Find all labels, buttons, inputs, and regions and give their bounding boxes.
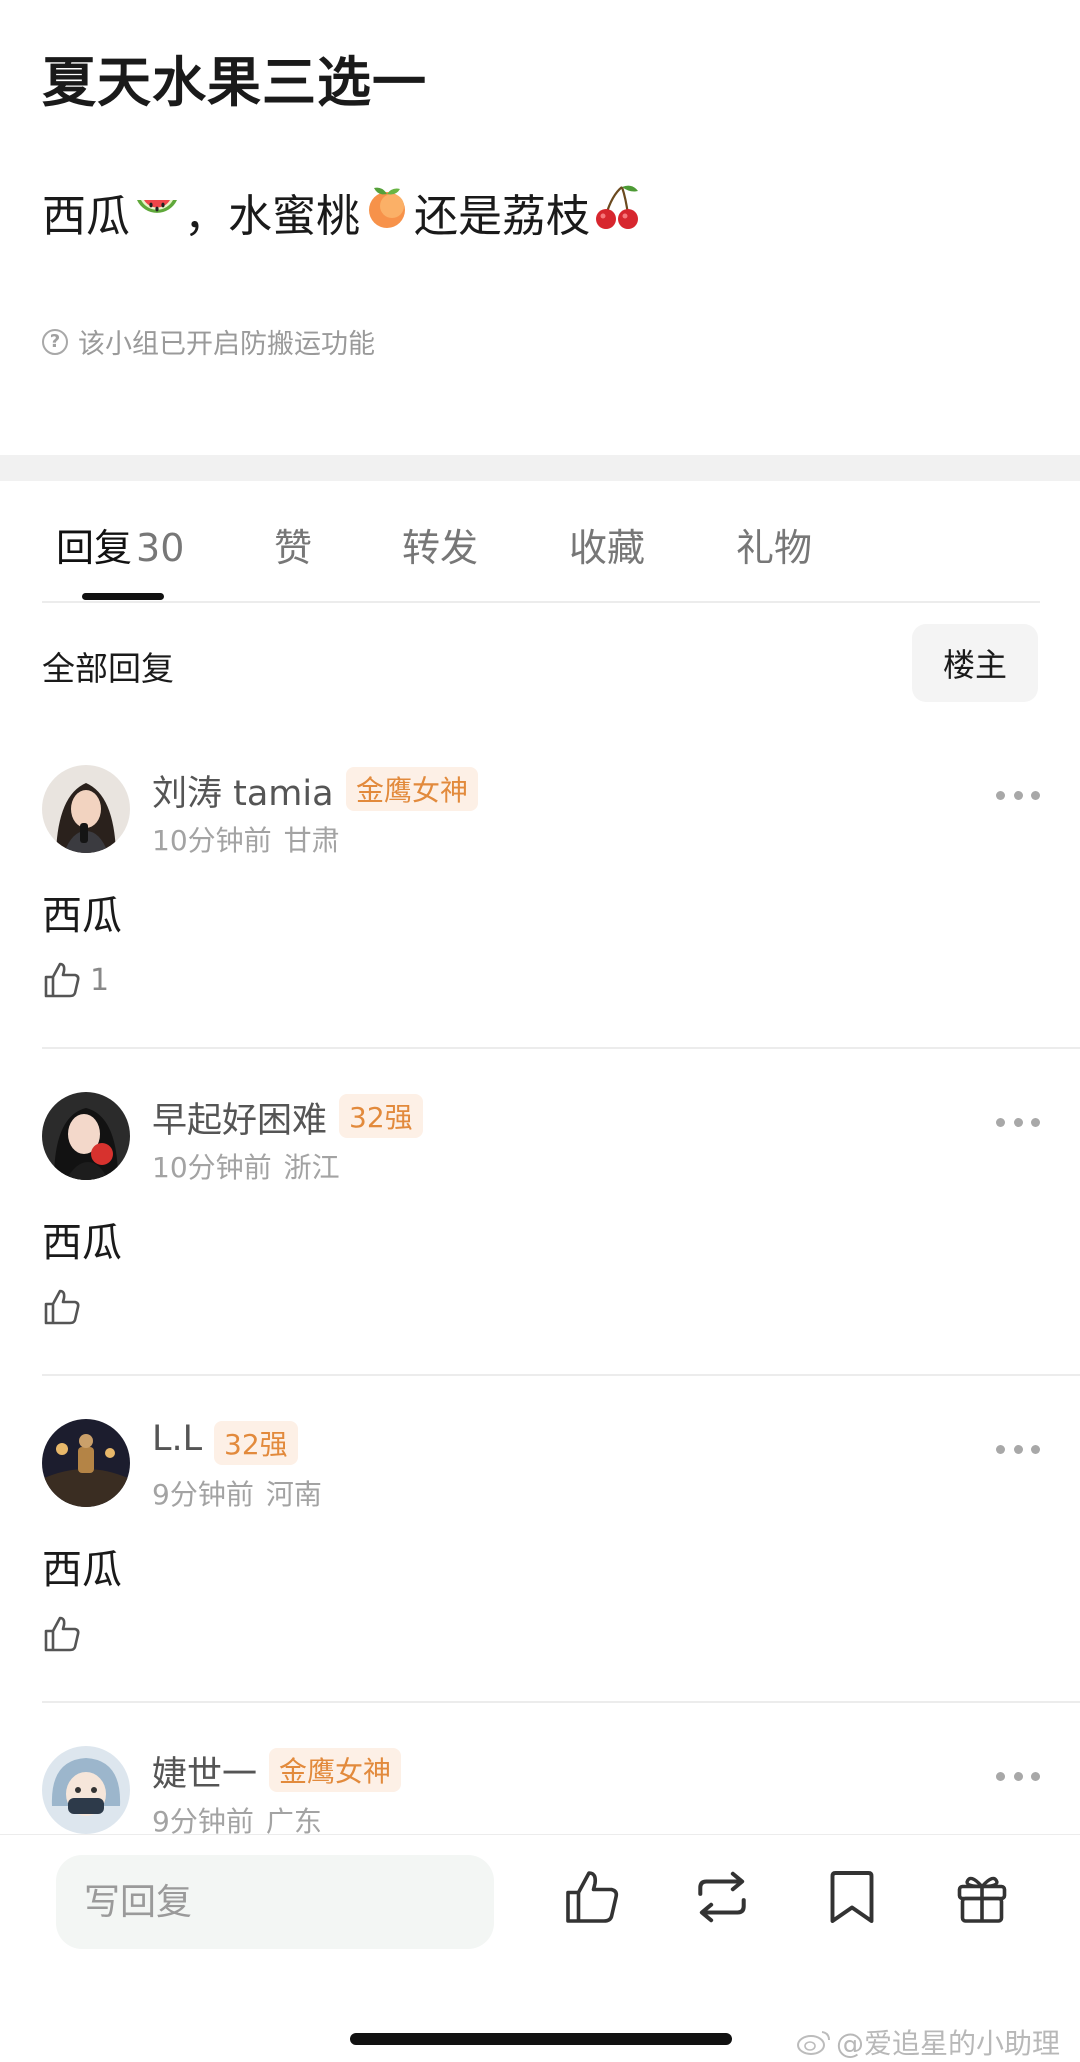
notice-text: 该小组已开启防搬运功能 bbox=[78, 329, 375, 360]
more-options-icon[interactable] bbox=[996, 1443, 1040, 1455]
post-title: 夏天水果三选一 bbox=[42, 51, 427, 114]
user-badge: 32强 bbox=[339, 1094, 423, 1138]
comment-meta: 10分钟前 甘肃 bbox=[152, 819, 340, 859]
weibo-logo-icon bbox=[797, 2031, 830, 2055]
like-count: 1 bbox=[90, 962, 110, 998]
thumbs-up-icon bbox=[44, 1616, 80, 1652]
post-body-text-1: 西瓜 bbox=[42, 191, 130, 242]
comment-meta: 9分钟前 河南 bbox=[152, 1473, 322, 1513]
commenter-name[interactable]: L.L bbox=[152, 1419, 202, 1459]
comment-time: 10分钟前 bbox=[152, 824, 272, 857]
commenter-name[interactable]: 早起好困难 bbox=[152, 1092, 327, 1143]
comment-location: 广东 bbox=[265, 1805, 322, 1834]
commenter-name[interactable]: 刘涛 tamia bbox=[152, 765, 334, 816]
comment-text: 西瓜 bbox=[42, 1547, 122, 1593]
tab-replies[interactable]: 回复 30 bbox=[56, 517, 184, 572]
comment-item: L.L 32强 9分钟前 河南 西瓜 bbox=[0, 1419, 1080, 1745]
comment-text: 西瓜 bbox=[42, 893, 122, 939]
anti-repost-notice: ? 该小组已开启防搬运功能 bbox=[42, 322, 375, 361]
peach-icon bbox=[362, 182, 412, 243]
all-replies-title: 全部回复 bbox=[42, 649, 174, 688]
comment-divider bbox=[42, 1374, 1080, 1376]
more-options-icon[interactable] bbox=[996, 1770, 1040, 1782]
gift-icon[interactable] bbox=[948, 1863, 1016, 1931]
tab-reposts[interactable]: 转发 bbox=[402, 517, 478, 572]
comment-divider bbox=[42, 1047, 1080, 1049]
filter-row: 全部回复 楼主 bbox=[0, 620, 1080, 710]
post-body-text-2: ，水蜜桃 bbox=[184, 191, 360, 242]
user-badge: 金鹰女神 bbox=[346, 767, 479, 811]
thumbs-up-icon bbox=[44, 962, 80, 998]
thumbs-up-icon[interactable] bbox=[558, 1863, 626, 1931]
comment-location: 甘肃 bbox=[283, 824, 340, 857]
avatar[interactable] bbox=[42, 1419, 130, 1507]
home-indicator bbox=[350, 2033, 732, 2045]
tab-bar: 回复 30 赞 转发 收藏 礼物 bbox=[0, 481, 1080, 603]
comment-item: 刘涛 tamia 金鹰女神 10分钟前 甘肃 西瓜 1 bbox=[0, 765, 1080, 1091]
comment-meta: 10分钟前 浙江 bbox=[152, 1146, 340, 1186]
tab-favorites[interactable]: 收藏 bbox=[569, 517, 645, 572]
comment-divider bbox=[42, 1701, 1080, 1703]
comment-location: 浙江 bbox=[283, 1151, 340, 1184]
reply-input[interactable] bbox=[56, 1855, 494, 1949]
user-badge: 金鹰女神 bbox=[269, 1748, 402, 1792]
comment-time: 10分钟前 bbox=[152, 1151, 272, 1184]
tab-gifts[interactable]: 礼物 bbox=[736, 517, 812, 572]
comment-location: 河南 bbox=[265, 1478, 322, 1511]
commenter-name[interactable]: 婕世一 bbox=[152, 1746, 257, 1797]
watermark-text: @爱追星的小助理 bbox=[836, 2027, 1061, 2060]
watermark: @爱追星的小助理 bbox=[796, 2022, 1060, 2062]
bottom-action-bar: @爱追星的小助理 bbox=[0, 1834, 1080, 2062]
more-options-icon[interactable] bbox=[996, 789, 1040, 801]
tab-replies-label: 回复 bbox=[56, 526, 133, 570]
comment-item: 婕世一 金鹰女神 9分钟前 广东 bbox=[0, 1746, 1080, 1834]
more-options-icon[interactable] bbox=[996, 1116, 1040, 1128]
tabs-divider bbox=[42, 601, 1040, 603]
repost-icon[interactable] bbox=[688, 1863, 756, 1931]
like-button[interactable] bbox=[42, 1614, 90, 1654]
like-button[interactable]: 1 bbox=[42, 960, 109, 1000]
post-body: 西瓜 ，水蜜桃 还是荔枝 bbox=[42, 180, 646, 244]
original-poster-filter-button[interactable]: 楼主 bbox=[912, 624, 1038, 702]
question-circle-icon: ? bbox=[42, 328, 68, 355]
user-badge: 32强 bbox=[214, 1421, 298, 1465]
tab-likes[interactable]: 赞 bbox=[274, 517, 312, 572]
bookmark-icon[interactable] bbox=[818, 1863, 886, 1931]
post-body-text-3: 还是荔枝 bbox=[414, 191, 590, 242]
cherries-icon bbox=[592, 181, 644, 244]
like-button[interactable] bbox=[42, 1287, 90, 1327]
section-divider bbox=[0, 455, 1080, 481]
comment-text: 西瓜 bbox=[42, 1220, 122, 1266]
active-tab-indicator bbox=[82, 593, 164, 600]
tab-replies-count: 30 bbox=[136, 526, 185, 570]
comment-time: 9分钟前 bbox=[152, 1478, 254, 1511]
comment-meta: 9分钟前 广东 bbox=[152, 1800, 322, 1834]
avatar[interactable] bbox=[42, 1746, 130, 1834]
avatar[interactable] bbox=[42, 1092, 130, 1180]
post-header: 夏天水果三选一 西瓜 ，水蜜桃 还是荔枝 ? 该小组已开启防搬运功能 bbox=[0, 0, 1080, 455]
comment-item: 早起好困难 32强 10分钟前 浙江 西瓜 bbox=[0, 1092, 1080, 1418]
comment-time: 9分钟前 bbox=[152, 1805, 254, 1834]
watermelon-icon bbox=[132, 182, 182, 243]
avatar[interactable] bbox=[42, 765, 130, 853]
thumbs-up-icon bbox=[44, 1289, 80, 1325]
